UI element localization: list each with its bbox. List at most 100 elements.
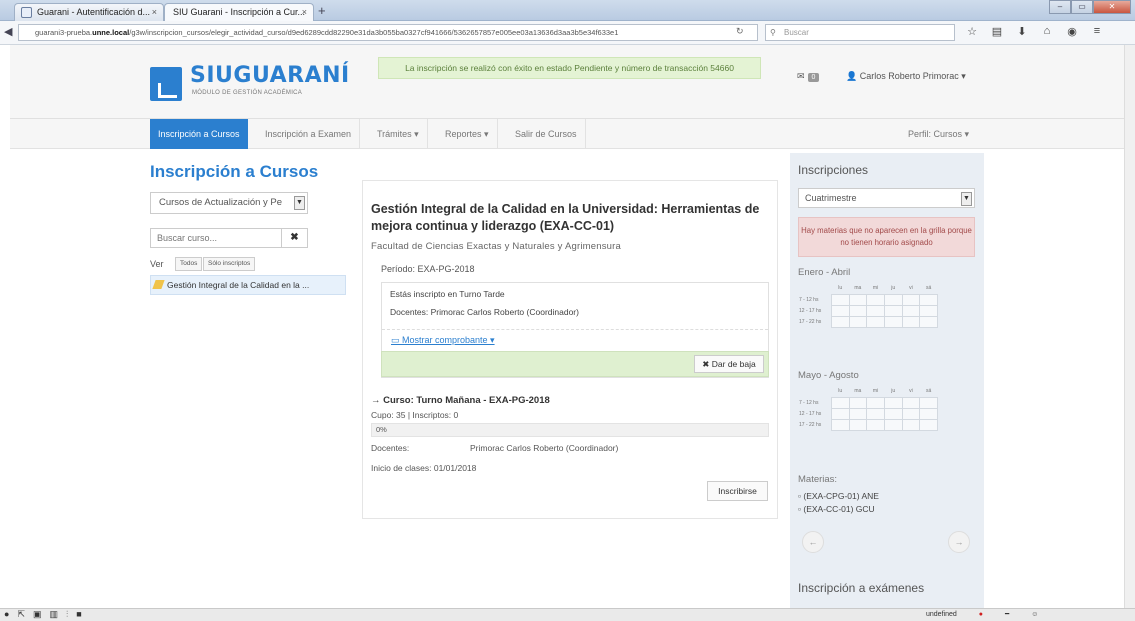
show-receipt-label: Mostrar comprobante ▾	[402, 335, 495, 345]
schedule-grid-1: lu ma mi ju vi sá 7 - 12 hs 12 - 17 hs 17 - 2…	[798, 283, 938, 328]
period-select[interactable]: Cuatrimestre ▼	[798, 188, 975, 208]
bookmarks-list-icon[interactable]: ▤	[991, 25, 1003, 38]
page-scrollbar[interactable]	[1124, 45, 1135, 608]
enrolled-teachers: Docentes: Primorac Carlos Roberto (Coord…	[390, 307, 579, 317]
day-label: mi	[872, 285, 879, 292]
reload-icon[interactable]: ↻	[736, 26, 744, 37]
day-label: vi	[909, 388, 913, 395]
location-icon[interactable]: ●	[4, 609, 9, 620]
search-placeholder: Buscar	[784, 28, 809, 37]
bookmark-star-icon[interactable]: ☆	[966, 25, 978, 38]
warning-message: Hay materias que no aparecen en la grill…	[798, 217, 975, 257]
enrolled-turn: Estás inscripto en Turno Tarde	[390, 289, 505, 299]
clear-search-icon[interactable]: ✖	[281, 229, 307, 247]
subject-label: (EXA-CPG-01) ANE	[803, 491, 879, 501]
status-icons: ● ⇱ ▣ ▥ ⫶ ■	[4, 609, 82, 620]
day-label: sá	[925, 285, 932, 292]
subject-item: ▫ (EXA-CPG-01) ANE	[798, 491, 879, 501]
favicon-icon	[21, 7, 32, 18]
course-list-label: Gestión Integral de la Calidad en la ...	[167, 280, 310, 290]
tab-label: Guarani - Autentificación d...	[37, 7, 151, 17]
cat-icon[interactable]: ☺	[1031, 609, 1038, 621]
exam-inscription-title: Inscripción a exámenes	[798, 581, 925, 595]
course-type-select[interactable]: Cursos de Actualización y Pe ▼	[150, 192, 308, 214]
tab-guarani-auth[interactable]: Guarani - Autentificación d... ×	[14, 3, 164, 21]
share-icon[interactable]: ⇱	[17, 609, 25, 620]
next-button[interactable]: →	[948, 531, 970, 553]
slot-label: 12 - 17 hs	[799, 410, 822, 417]
tab-close-icon[interactable]: ×	[302, 4, 307, 20]
status-text: undefined	[926, 611, 957, 618]
drop-course-button[interactable]: ✖ Dar de baja	[694, 355, 764, 373]
siu-logo-icon[interactable]	[150, 67, 182, 101]
window-controls: – ▭ ✕	[1049, 0, 1131, 14]
filter-all-button[interactable]: Todos	[175, 257, 203, 271]
dropdown-arrow-icon[interactable]: ▼	[961, 192, 972, 206]
progress-label: 0%	[376, 425, 387, 434]
day-label: ma	[854, 388, 862, 395]
maximize-button[interactable]: ▭	[1071, 0, 1093, 14]
subject-item: ▫ (EXA-CC-01) GCU	[798, 504, 875, 514]
menu-salir-de-cursos[interactable]: Salir de Cursos	[507, 119, 586, 149]
semester-1-title: Enero - Abril	[798, 267, 851, 278]
logo-title[interactable]: SIUGUARANÍ	[190, 63, 350, 88]
slot-label: 7 - 12 hs	[799, 296, 819, 303]
tab-label: SIU Guarani - Inscripción a Cur...	[173, 7, 306, 17]
show-receipt-link[interactable]: ▭ Mostrar comprobante ▾	[391, 335, 495, 346]
bookmark-icon[interactable]: ▣	[33, 609, 42, 620]
course-search: ✖	[150, 228, 308, 248]
browser-search-input[interactable]: ⚲ Buscar	[765, 24, 955, 41]
url-prefix: guarani3-prueba.	[35, 28, 93, 37]
subjects-title: Materias:	[798, 474, 838, 485]
start-date: Inicio de clases: 01/01/2018	[371, 463, 477, 473]
course-search-input[interactable]	[151, 229, 279, 247]
capacity-progress-bar: 0%	[371, 423, 769, 437]
drop-course-label: Dar de baja	[711, 359, 756, 369]
browser-nav-bar: ◀ guarani3-prueba.unne.local/g3w/inscrip…	[0, 21, 1135, 45]
perfil-selector[interactable]: Perfil: Cursos ▾	[908, 119, 969, 149]
url-host: unne.local	[92, 28, 130, 37]
semester-2-title: Mayo - Agosto	[798, 370, 859, 381]
block-icon[interactable]: ■	[76, 609, 81, 620]
menu-inscripcion-cursos[interactable]: Inscripción a Cursos	[150, 119, 248, 149]
close-window-button[interactable]: ✕	[1093, 0, 1131, 14]
dropdown-arrow-icon[interactable]: ▼	[294, 196, 305, 210]
minimize-button[interactable]: –	[1049, 0, 1071, 14]
back-icon[interactable]: ◀	[4, 25, 12, 38]
menu-icon[interactable]: ≡	[1091, 25, 1103, 38]
logo-subtitle: MÓDULO DE GESTIÓN ACADÉMICA	[192, 90, 303, 96]
teachers-label: Docentes:	[371, 443, 410, 453]
pocket-icon[interactable]: ◉	[1066, 25, 1078, 38]
tab-close-icon[interactable]: ×	[152, 4, 157, 20]
close-icon: ✖	[702, 359, 712, 369]
chart-icon[interactable]: ⫶	[66, 609, 68, 620]
day-label: sá	[925, 388, 932, 395]
slot-label: 17 - 22 hs	[799, 421, 822, 428]
url-path: /g3w/inscripcion_cursos/elegir_actividad…	[129, 28, 619, 37]
messages-button[interactable]: ✉ 0	[797, 71, 820, 82]
reader-icon[interactable]: ▥	[50, 609, 59, 620]
previous-button[interactable]: ←	[802, 531, 824, 553]
menu-reportes[interactable]: Reportes ▾	[437, 119, 498, 149]
enroll-button[interactable]: Inscribirse	[707, 481, 768, 501]
status-right: undefined ● ━ ☺	[926, 609, 1038, 621]
alert-icon[interactable]: ●	[979, 609, 983, 621]
download-icon[interactable]: ⬇	[1016, 25, 1028, 38]
schedule-grid-2: lu ma mi ju vi sá 7 - 12 hs 12 - 17 hs 17 - 2…	[798, 386, 938, 431]
course-type-value: Cursos de Actualización y Pe	[159, 197, 283, 208]
course-list-item[interactable]: Gestión Integral de la Calidad en la ...	[150, 275, 346, 295]
envelope-icon: ✉	[797, 71, 805, 81]
day-label: lu	[838, 285, 843, 292]
minus-icon[interactable]: ━	[1005, 609, 1009, 621]
new-tab-button[interactable]: +	[318, 4, 326, 17]
main-menu: Inscripción a Cursos Inscripción a Exame…	[10, 119, 1124, 149]
address-bar[interactable]: guarani3-prueba.unne.local/g3w/inscripci…	[18, 24, 758, 41]
filter-enrolled-button[interactable]: Sólo inscriptos	[203, 257, 256, 271]
menu-tramites[interactable]: Trámites ▾	[369, 119, 428, 149]
home-icon[interactable]: ⌂	[1041, 25, 1053, 38]
tab-siu-guarani[interactable]: SIU Guarani - Inscripción a Cur... ×	[164, 3, 314, 21]
user-menu[interactable]: 👤 Carlos Roberto Primorac ▾	[846, 71, 966, 82]
slot-label: 17 - 22 hs	[799, 318, 822, 325]
menu-inscripcion-examen[interactable]: Inscripción a Examen	[257, 119, 361, 149]
slot-label: 7 - 12 hs	[799, 399, 819, 406]
